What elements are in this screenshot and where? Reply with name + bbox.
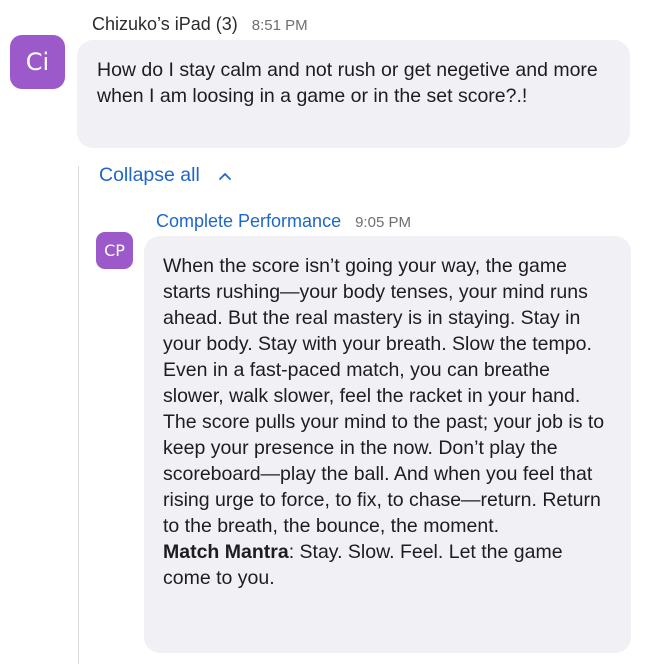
user-message-header: Chizuko’s iPad (3) 8:51 PM	[92, 14, 308, 35]
mantra-label: Match Mantra	[163, 541, 289, 563]
chevron-up-icon	[218, 172, 231, 180]
collapse-all-label: Collapse all	[99, 164, 200, 186]
bot-message-header: Complete Performance 9:05 PM	[156, 211, 411, 232]
bot-message-time: 9:05 PM	[355, 214, 411, 231]
thread-line	[78, 166, 79, 664]
chat-thread: Ci Chizuko’s iPad (3) 8:51 PM How do I st…	[0, 0, 648, 664]
user-avatar[interactable]: Ci	[10, 35, 65, 89]
bot-message-bubble[interactable]: When the score isn’t going your way, the…	[144, 236, 631, 653]
collapse-all-button[interactable]: Collapse all	[99, 164, 232, 187]
bot-sender-name[interactable]: Complete Performance	[156, 211, 341, 231]
user-message-bubble[interactable]: How do I stay calm and not rush or get n…	[77, 40, 630, 148]
user-sender-name[interactable]: Chizuko’s iPad (3)	[92, 14, 238, 34]
bot-message-body: When the score isn’t going your way, the…	[163, 255, 605, 537]
user-message-time: 8:51 PM	[251, 17, 308, 34]
user-message-text: How do I stay calm and not rush or get n…	[97, 59, 598, 107]
bot-avatar[interactable]: CP	[96, 232, 133, 269]
